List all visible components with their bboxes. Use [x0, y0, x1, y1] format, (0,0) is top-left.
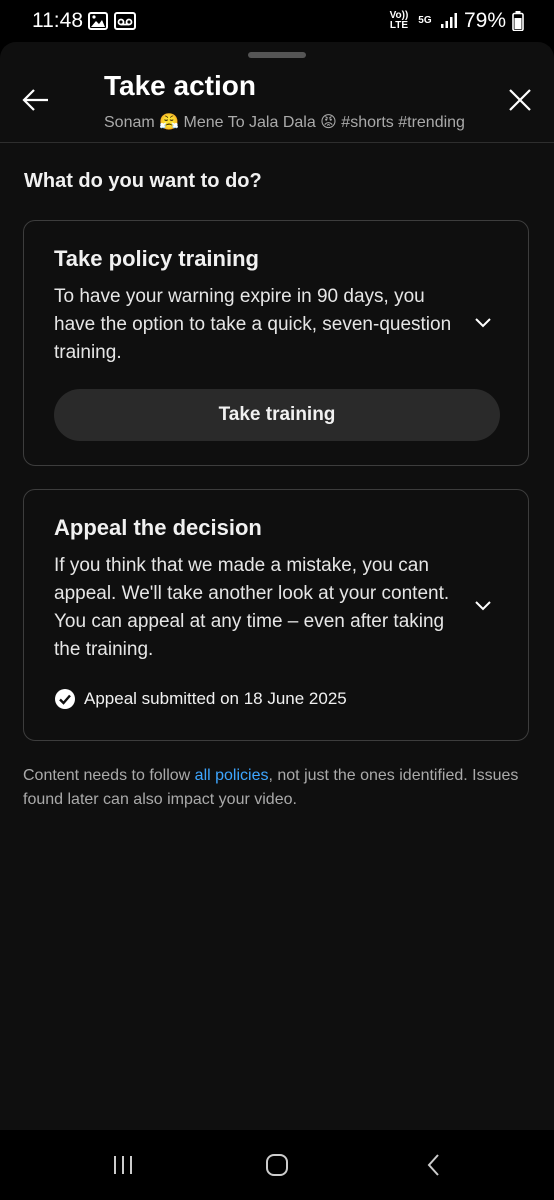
volte-indicator: Vo)) LTE [389, 10, 409, 31]
status-system-icons: Vo)) LTE 5G 79% [388, 9, 524, 33]
voicemail-icon [114, 12, 136, 30]
recents-button[interactable] [103, 1150, 143, 1180]
appeal-status-text: Appeal submitted on 18 June 2025 [84, 689, 347, 708]
video-title: Sonam 😤 Mene To Jala Dala 😡 #shorts #tre… [104, 114, 465, 131]
policy-footer-note: Content needs to follow all policies, no… [23, 764, 533, 812]
appeal-title: Appeal the decision [54, 515, 262, 540]
policy-training-description: To have your warning expire in 90 days, … [54, 286, 452, 363]
battery-percent: 79% [463, 9, 506, 32]
back-nav-icon [427, 1154, 439, 1176]
header-divider [0, 142, 554, 143]
drag-handle[interactable] [248, 52, 306, 58]
system-nav-bar [0, 1130, 554, 1200]
all-policies-link[interactable]: all policies [195, 767, 269, 784]
back-arrow-icon [22, 89, 48, 111]
network-type: 5G [418, 15, 432, 26]
appeal-expand[interactable] [472, 594, 494, 616]
back-nav-button[interactable] [414, 1150, 454, 1180]
footer-text-start: Content needs to follow [23, 767, 195, 784]
status-time: 11:48 [32, 9, 83, 32]
recents-icon [114, 1156, 132, 1174]
signal-icon [440, 13, 457, 28]
check-circle-icon [55, 689, 75, 709]
question-heading: What do you want to do? [24, 170, 262, 192]
close-button[interactable] [504, 84, 536, 116]
home-icon [266, 1154, 288, 1176]
appeal-status: Appeal submitted on 18 June 2025 [54, 688, 347, 710]
status-notification-icons [88, 12, 136, 30]
take-action-sheet: Take action Sonam 😤 Mene To Jala Dala 😡 … [0, 42, 554, 1130]
back-button[interactable] [20, 84, 52, 116]
chevron-down-icon [475, 318, 491, 328]
battery-icon [512, 11, 524, 31]
policy-training-title: Take policy training [54, 246, 259, 271]
page-title: Take action [104, 70, 256, 101]
home-button[interactable] [257, 1150, 297, 1180]
status-bar: 11:48 Vo)) LTE 5G 79% [0, 0, 554, 44]
policy-training-expand[interactable] [472, 311, 494, 333]
policy-training-card: Take policy training To have your warnin… [23, 220, 529, 466]
appeal-description: If you think that we made a mistake, you… [54, 555, 450, 660]
close-icon [509, 89, 531, 111]
appeal-card: Appeal the decision If you think that we… [23, 489, 529, 741]
chevron-down-icon [475, 601, 491, 611]
take-training-button[interactable]: Take training [54, 389, 500, 441]
gallery-icon [88, 12, 108, 30]
